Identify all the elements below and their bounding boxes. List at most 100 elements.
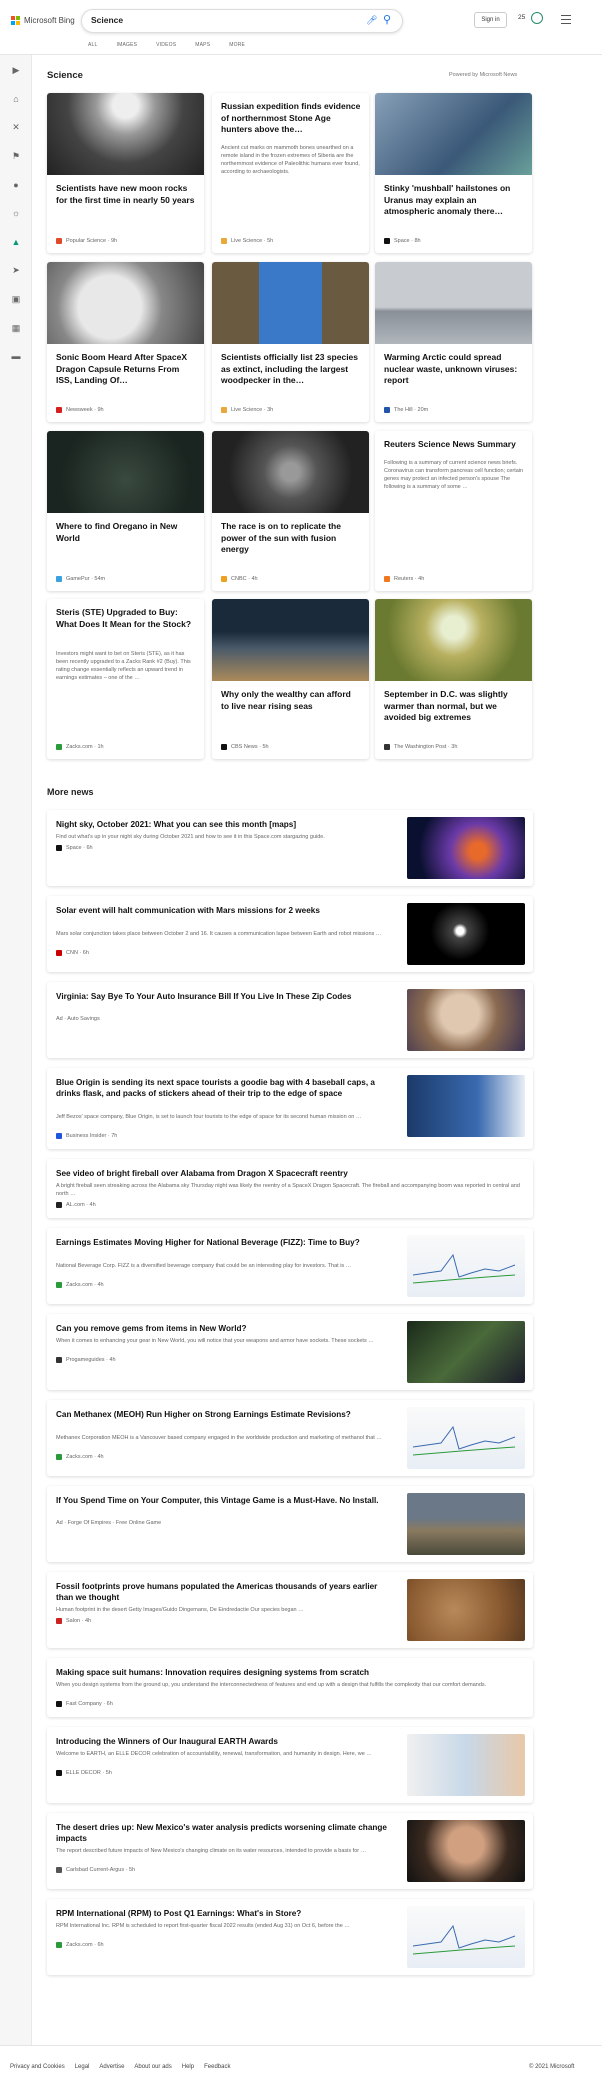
tab-videos[interactable]: VIDEOS [156, 42, 176, 48]
news-title[interactable]: The desert dries up: New Mexico's water … [56, 1822, 396, 1844]
news-card[interactable]: Scientists officially list 23 species as… [212, 262, 369, 422]
tab-more[interactable]: MORE [229, 42, 245, 48]
more-news-item[interactable]: If You Spend Time on Your Computer, this… [47, 1486, 533, 1562]
news-card[interactable]: Sonic Boom Heard After SpaceX Dragon Cap… [47, 262, 204, 422]
stock-chart-icon [412, 1924, 516, 1955]
news-source: Fast Company · 6h [56, 1701, 113, 1707]
more-news-item[interactable]: Introducing the Winners of Our Inaugural… [47, 1727, 533, 1803]
card-title[interactable]: Where to find Oregano in New World [56, 521, 196, 544]
footer-link[interactable]: Feedback [204, 2064, 230, 2070]
bing-logo[interactable]: Microsoft Bing [11, 16, 75, 25]
news-card[interactable]: Warming Arctic could spread nuclear wast… [375, 262, 532, 422]
sign-in-button[interactable]: Sign in [474, 12, 507, 28]
news-card[interactable]: Stinky 'mushball' hailstones on Uranus m… [375, 93, 532, 253]
card-title[interactable]: Reuters Science News Summary [384, 439, 524, 451]
news-card[interactable]: Steris (STE) Upgraded to Buy: What Does … [47, 599, 204, 759]
more-news-item[interactable]: See video of bright fireball over Alabam… [47, 1159, 533, 1218]
news-thumbnail [407, 1906, 525, 1968]
bank-icon[interactable]: ▦ [10, 322, 22, 334]
source-label: CNBC · 4h [231, 576, 258, 582]
rocket-icon[interactable]: ➤ [10, 264, 22, 276]
news-description: Find out what's up in your night sky dur… [56, 834, 325, 840]
more-news-item[interactable]: Making space suit humans: Innovation req… [47, 1658, 533, 1717]
more-news-item[interactable]: Virginia: Say Bye To Your Auto Insurance… [47, 982, 533, 1058]
card-description: Investors might want to bet on Steris (S… [56, 650, 191, 682]
news-title[interactable]: Blue Origin is sending its next space to… [56, 1077, 396, 1099]
microphone-icon[interactable]: 🎤︎ [366, 15, 377, 26]
card-image [212, 599, 369, 681]
rewards-count[interactable]: 25 [518, 14, 525, 21]
more-news-item[interactable]: Night sky, October 2021: What you can se… [47, 810, 533, 886]
card-title[interactable]: Scientists officially list 23 species as… [221, 352, 361, 387]
card-title[interactable]: Stinky 'mushball' hailstones on Uranus m… [384, 183, 524, 218]
news-card[interactable]: Why only the wealthy can afford to live … [212, 599, 369, 759]
news-title[interactable]: Introducing the Winners of Our Inaugural… [56, 1736, 396, 1747]
more-news-item[interactable]: Fossil footprints prove humans populated… [47, 1572, 533, 1648]
source-label: CBS News · 5h [231, 744, 269, 750]
card-title[interactable]: Warming Arctic could spread nuclear wast… [384, 352, 524, 387]
flag-icon[interactable]: ⚑ [10, 150, 22, 162]
footer-link[interactable]: About our ads [134, 2064, 171, 2070]
brand-name: Microsoft Bing [24, 16, 75, 25]
card-icon[interactable]: ▬ [10, 350, 22, 362]
more-news-item[interactable]: RPM International (RPM) to Post Q1 Earni… [47, 1899, 533, 1975]
news-title[interactable]: Can you remove gems from items in New Wo… [56, 1323, 396, 1334]
footer-link[interactable]: Advertise [99, 2064, 124, 2070]
search-box[interactable]: Science 🎤︎ ⚲ [81, 9, 403, 33]
card-title[interactable]: Sonic Boom Heard After SpaceX Dragon Cap… [56, 352, 196, 387]
science-icon[interactable]: ▲ [10, 236, 22, 248]
rewards-icon[interactable] [531, 12, 543, 24]
more-news-item[interactable]: Can you remove gems from items in New Wo… [47, 1314, 533, 1390]
tab-maps[interactable]: MAPS [195, 42, 210, 48]
news-title[interactable]: Night sky, October 2021: What you can se… [56, 819, 396, 830]
news-card[interactable]: Russian expedition finds evidence of nor… [212, 93, 369, 253]
more-news-item[interactable]: Can Methanex (MEOH) Run Higher on Strong… [47, 1400, 533, 1476]
source-logo-icon [56, 1701, 62, 1707]
card-title[interactable]: The race is on to replicate the power of… [221, 521, 361, 556]
home-icon[interactable]: ⌂ [10, 93, 22, 105]
source-label: Progameguides · 4h [66, 1357, 116, 1363]
more-news-item[interactable]: The desert dries up: New Mexico's water … [47, 1813, 533, 1889]
location-icon[interactable]: ● [10, 179, 22, 191]
tools-icon[interactable]: ✕ [10, 121, 22, 133]
search-query[interactable]: Science [91, 15, 123, 25]
news-card[interactable]: September in D.C. was slightly warmer th… [375, 599, 532, 759]
news-card[interactable]: Reuters Science News Summary Following is… [375, 431, 532, 591]
card-title[interactable]: September in D.C. was slightly warmer th… [384, 689, 524, 724]
news-title[interactable]: See video of bright fireball over Alabam… [56, 1168, 516, 1179]
more-news-item[interactable]: Earnings Estimates Moving Higher for Nat… [47, 1228, 533, 1304]
card-title[interactable]: Scientists have new moon rocks for the f… [56, 183, 196, 206]
news-title[interactable]: Virginia: Say Bye To Your Auto Insurance… [56, 991, 396, 1002]
news-title[interactable]: Solar event will halt communication with… [56, 905, 396, 916]
footer-link[interactable]: Privacy and Cookies [10, 2064, 65, 2070]
card-title[interactable]: Russian expedition finds evidence of nor… [221, 101, 361, 136]
news-card[interactable]: The race is on to replicate the power of… [212, 431, 369, 591]
footer-link[interactable]: Help [182, 2064, 194, 2070]
card-image [212, 431, 369, 513]
more-news-item[interactable]: Blue Origin is sending its next space to… [47, 1068, 533, 1149]
search-tabs: ALL IMAGES VIDEOS MAPS MORE [88, 42, 245, 48]
menu-icon[interactable] [561, 15, 571, 24]
search-icon[interactable]: ⚲ [383, 13, 391, 26]
expand-icon[interactable]: ▶ [10, 64, 22, 76]
news-card[interactable]: Where to find Oregano in New World GamePu… [47, 431, 204, 591]
news-description: Mars solar conjunction takes place betwe… [56, 931, 382, 937]
footer-link[interactable]: Legal [75, 2064, 90, 2070]
news-card[interactable]: Scientists have new moon rocks for the f… [47, 93, 204, 253]
news-title[interactable]: Earnings Estimates Moving Higher for Nat… [56, 1237, 396, 1248]
tab-images[interactable]: IMAGES [117, 42, 138, 48]
card-title[interactable]: Steris (STE) Upgraded to Buy: What Does … [56, 607, 196, 630]
tab-all[interactable]: ALL [88, 42, 98, 48]
news-title[interactable]: Fossil footprints prove humans populated… [56, 1581, 396, 1603]
news-title[interactable]: If You Spend Time on Your Computer, this… [56, 1495, 396, 1506]
source-label: Ad · Auto Savings [56, 1016, 100, 1022]
more-news-item[interactable]: Solar event will halt communication with… [47, 896, 533, 972]
news-title[interactable]: Can Methanex (MEOH) Run Higher on Strong… [56, 1409, 396, 1420]
source-label: Zacks.com · 6h [66, 1942, 104, 1948]
card-title[interactable]: Why only the wealthy can afford to live … [221, 689, 361, 712]
news-title[interactable]: RPM International (RPM) to Post Q1 Earni… [56, 1908, 396, 1919]
news-title[interactable]: Making space suit humans: Innovation req… [56, 1667, 516, 1678]
globe-icon[interactable]: ☼ [10, 207, 22, 219]
news-description: RPM International Inc. RPM is scheduled … [56, 1923, 350, 1929]
news-icon[interactable]: ▣ [10, 293, 22, 305]
